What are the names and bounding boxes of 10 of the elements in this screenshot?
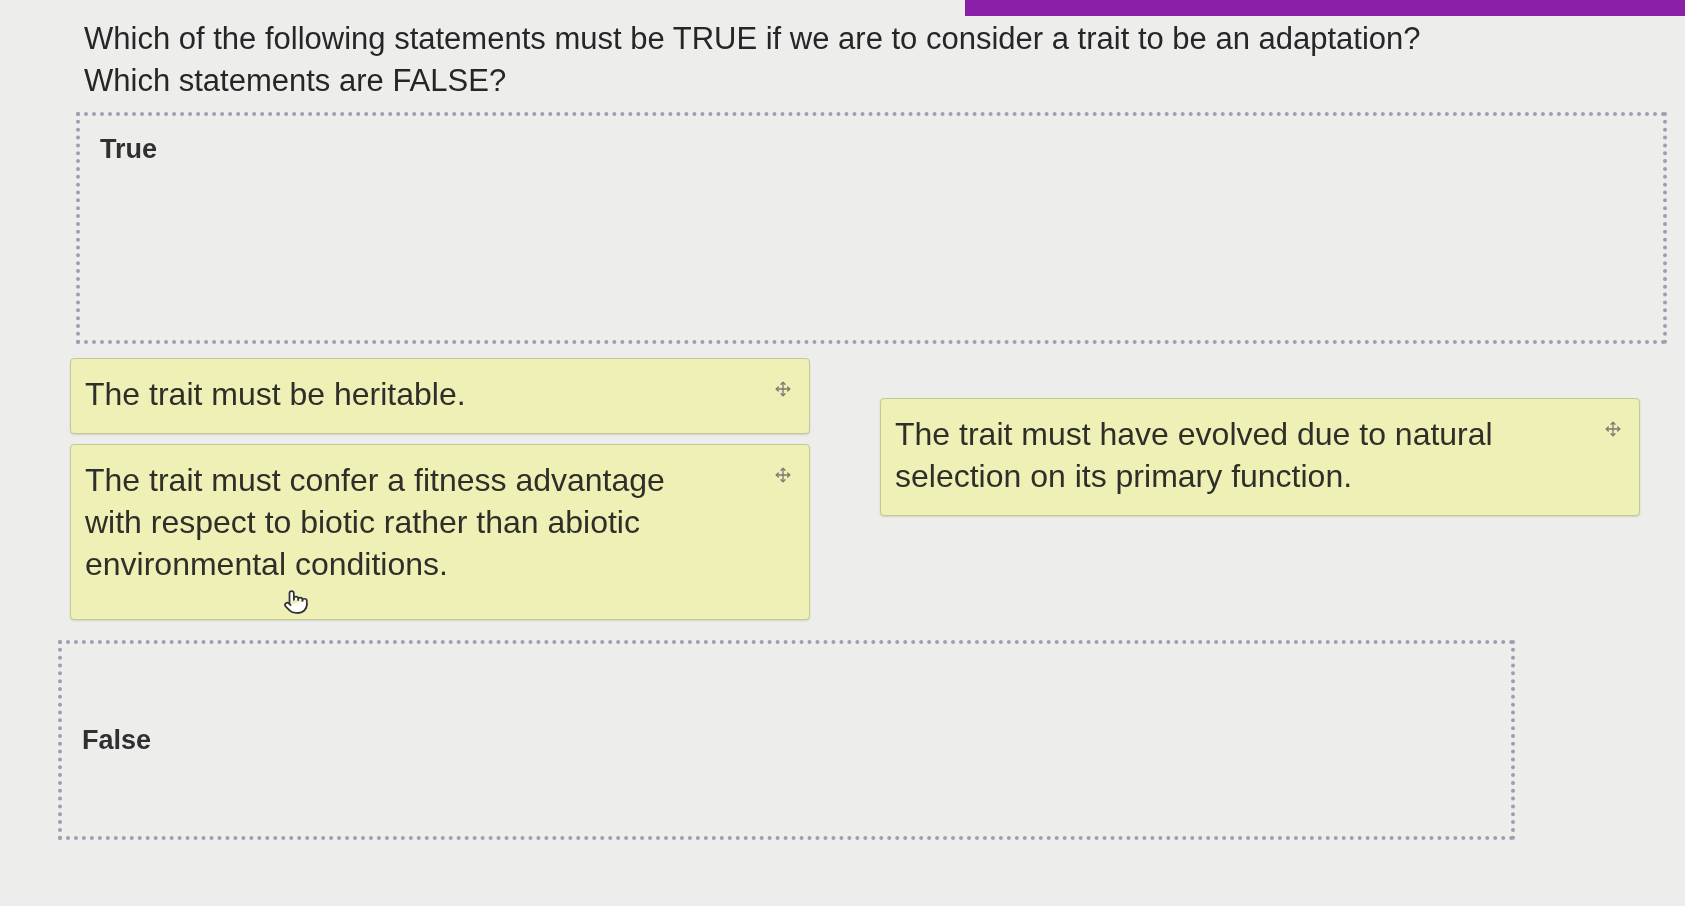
four-way-arrow-icon[interactable] [775,381,791,397]
four-way-arrow-icon[interactable] [775,467,791,483]
zone-label: True [100,134,158,165]
question-text: Which statements are FALSE? [84,62,508,100]
zone-label: False [82,724,152,756]
draggable-card[interactable]: The trait must be heritable. [70,358,810,434]
draggable-card[interactable]: The trait must have evolved due to natural selection on its primary function. [880,398,1640,516]
four-way-arrow-icon[interactable] [1605,421,1621,437]
draggable-card[interactable]: The trait must confer a fitness advantage with respect to biotic rather than abiotic environmental conditions. [70,444,810,620]
question-text: Which of the following statements must be TRUE if we are to consider a trait to be an adaptation? [84,20,1422,58]
